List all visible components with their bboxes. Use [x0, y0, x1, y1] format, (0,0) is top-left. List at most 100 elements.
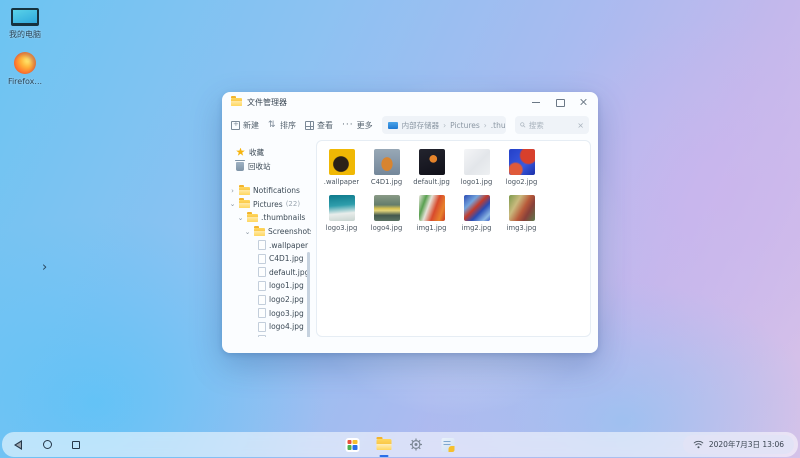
file-tile[interactable]: .wallpaper [319, 149, 364, 186]
star-icon [236, 148, 245, 157]
sidebar-item-favorites[interactable]: 收藏 [227, 145, 311, 159]
home-button[interactable] [41, 439, 53, 451]
folder-icon [239, 187, 250, 195]
folder-icon [247, 214, 258, 222]
desktop-icon-firefox[interactable]: Firefox... [2, 52, 48, 86]
file-icon [258, 295, 266, 305]
app-grid-icon [345, 438, 359, 452]
breadcrumb[interactable]: 内部存储器 › Pictures › .thumbnails › Screens… [382, 116, 506, 134]
new-file-icon [231, 121, 240, 130]
taskbar-app-documents[interactable] [440, 435, 457, 454]
window-title: 文件管理器 [247, 97, 287, 108]
clear-search-icon[interactable]: × [577, 121, 584, 130]
file-tile[interactable]: img3.jpg [499, 195, 544, 232]
file-tile[interactable]: default.jpg [409, 149, 454, 186]
folder-icon [254, 228, 265, 236]
file-thumbnail [419, 195, 445, 221]
tree-item-file[interactable]: logo3.jpg [227, 306, 311, 320]
file-tile[interactable]: img2.jpg [454, 195, 499, 232]
tree-item-file[interactable]: default.jpg [227, 266, 311, 280]
desktop-icon-label: 我的电脑 [2, 29, 48, 40]
taskbar-app-files[interactable] [376, 435, 393, 454]
breadcrumb-segment[interactable]: .thumbnails [491, 121, 506, 130]
sort-arrows-icon [268, 121, 277, 130]
search-input[interactable] [529, 121, 575, 130]
file-thumbnail [464, 149, 490, 175]
more-button[interactable]: ··· 更多 [342, 120, 373, 131]
taskbar: 2020年7月3日 13:06 [2, 432, 798, 457]
status-tray[interactable]: 2020年7月3日 13:06 [683, 435, 794, 454]
file-icon [258, 335, 266, 337]
breadcrumb-segment[interactable]: 内部存储器 [402, 120, 440, 131]
breadcrumb-segment[interactable]: Pictures [450, 121, 480, 130]
file-tile[interactable]: logo3.jpg [319, 195, 364, 232]
new-button[interactable]: 新建 [231, 120, 259, 131]
close-button[interactable] [579, 97, 589, 107]
tree-item-thumbnails[interactable]: ⌄ .thumbnails [227, 211, 311, 225]
panel-expand-arrow[interactable]: › [42, 260, 47, 275]
chevron-down-icon[interactable]: ⌄ [244, 228, 251, 236]
chevron-down-icon[interactable]: ⌄ [237, 214, 244, 222]
tree-item-file[interactable]: img1.jpg [227, 334, 311, 337]
recents-button[interactable] [70, 439, 82, 451]
storage-drive-icon [388, 122, 398, 129]
back-triangle-icon [14, 440, 22, 450]
document-icon [442, 438, 455, 452]
file-grid: .wallpaper C4D1.jpg default.jpg logo1.jp… [316, 140, 591, 337]
file-icon [258, 308, 266, 318]
tree-item-pictures[interactable]: ⌄ Pictures (22) [227, 198, 311, 212]
sidebar-item-trash[interactable]: 回收站 [227, 159, 311, 173]
file-tile[interactable]: img1.jpg [409, 195, 454, 232]
tree-item-file[interactable]: logo1.jpg [227, 279, 311, 293]
file-tile[interactable]: logo1.jpg [454, 149, 499, 186]
app-folder-icon [231, 98, 242, 106]
recents-square-icon [72, 441, 80, 449]
file-thumbnail [374, 149, 400, 175]
view-button[interactable]: 查看 [305, 120, 333, 131]
taskbar-app-launcher[interactable] [344, 435, 361, 454]
wifi-icon [693, 440, 704, 449]
file-icon [258, 281, 266, 291]
file-tile[interactable]: logo2.jpg [499, 149, 544, 186]
computer-icon [11, 8, 39, 26]
active-app-indicator [380, 455, 389, 457]
file-icon [258, 240, 266, 250]
file-thumbnail [329, 149, 355, 175]
file-thumbnail [419, 149, 445, 175]
desktop-icon-my-computer[interactable]: 我的电脑 [2, 8, 48, 40]
clock: 2020年7月3日 13:06 [709, 439, 784, 450]
tree-item-file[interactable]: logo2.jpg [227, 293, 311, 307]
chevron-right-icon[interactable]: › [229, 187, 236, 195]
sidebar-scrollbar[interactable] [307, 252, 310, 337]
tree-item-file[interactable]: .wallpaper [227, 238, 311, 252]
file-thumbnail [509, 149, 535, 175]
breadcrumb-separator: › [443, 121, 446, 130]
tree-item-notifications[interactable]: › Notifications [227, 184, 311, 198]
search-box[interactable]: × [515, 116, 589, 134]
trash-icon [236, 162, 244, 171]
folder-icon [239, 200, 250, 208]
sort-button[interactable]: 排序 [268, 120, 296, 131]
minimize-button[interactable] [531, 97, 541, 107]
desktop: 我的电脑 Firefox... › 文件管理器 新建 排序 [0, 0, 800, 458]
file-thumbnail [374, 195, 400, 221]
firefox-icon [14, 52, 36, 74]
window-titlebar[interactable]: 文件管理器 [222, 92, 598, 112]
tree-item-screenshots[interactable]: ⌄ Screenshots [227, 225, 311, 239]
file-tile[interactable]: logo4.jpg [364, 195, 409, 232]
sidebar: 收藏 回收站 › Notifications ⌄ Pictures [227, 140, 311, 337]
file-icon [258, 254, 266, 264]
file-icon [258, 322, 266, 332]
maximize-button[interactable] [555, 97, 565, 107]
tree-item-file[interactable]: logo4.jpg [227, 320, 311, 334]
item-count: (22) [286, 200, 300, 208]
file-tile[interactable]: C4D1.jpg [364, 149, 409, 186]
back-button[interactable] [12, 439, 24, 451]
tree-item-file[interactable]: C4D1.jpg [227, 252, 311, 266]
taskbar-app-settings[interactable] [408, 435, 425, 454]
folder-tree: › Notifications ⌄ Pictures (22) ⌄ .thumb… [227, 184, 311, 337]
file-icon [258, 267, 266, 277]
chevron-down-icon[interactable]: ⌄ [229, 200, 236, 208]
folder-icon [377, 439, 392, 450]
gear-icon [409, 437, 424, 452]
